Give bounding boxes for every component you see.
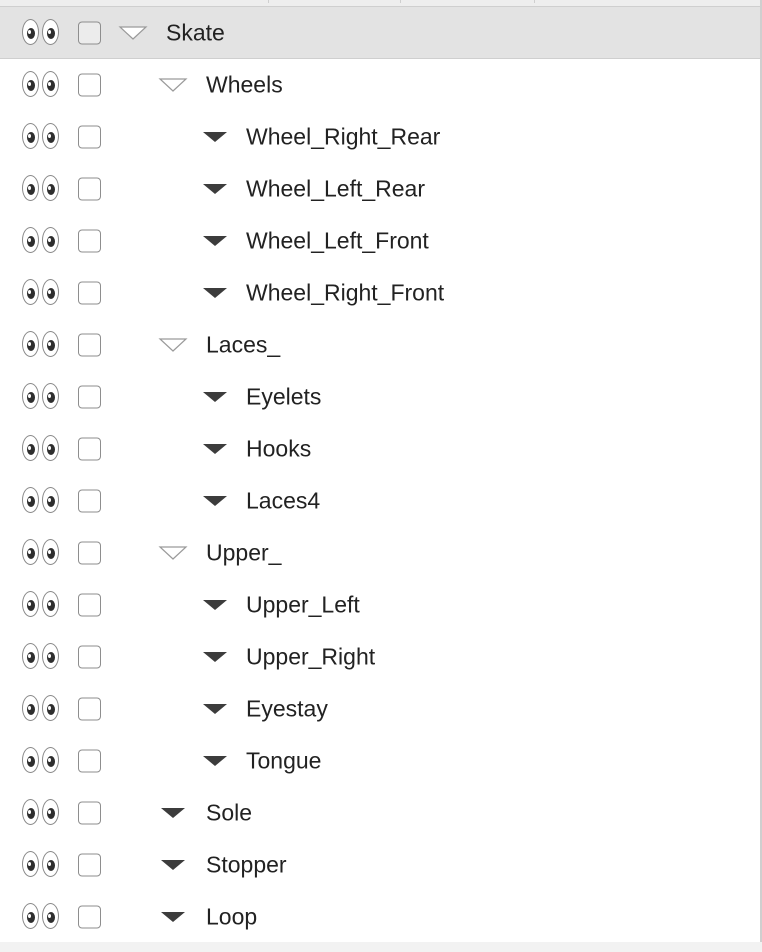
eyes-icon[interactable] — [22, 331, 62, 359]
eyes-icon[interactable] — [22, 383, 62, 411]
disclosure-collapsed-icon[interactable] — [200, 439, 230, 459]
tree-row-label: Hooks — [246, 435, 312, 462]
tree-row[interactable]: Wheels — [0, 59, 760, 111]
tree-row-label: Upper_Left — [246, 591, 360, 618]
tree-row-label: Wheels — [206, 71, 283, 98]
tree-row-label: Eyelets — [246, 383, 322, 410]
select-checkbox[interactable] — [78, 749, 101, 773]
select-checkbox[interactable] — [78, 853, 101, 877]
tree-row[interactable]: Laces4 — [0, 475, 760, 527]
disclosure-open-icon[interactable] — [158, 75, 188, 95]
tree-row[interactable]: Tongue — [0, 735, 760, 787]
eyes-icon[interactable] — [22, 227, 62, 255]
select-checkbox[interactable] — [78, 489, 101, 513]
select-checkbox[interactable] — [78, 229, 101, 253]
tree-row[interactable]: Wheel_Right_Rear — [0, 111, 760, 163]
select-checkbox[interactable] — [78, 697, 101, 721]
eyes-icon[interactable] — [22, 903, 62, 931]
disclosure-collapsed-icon[interactable] — [158, 803, 188, 823]
select-checkbox[interactable] — [78, 73, 101, 97]
disclosure-collapsed-icon[interactable] — [200, 595, 230, 615]
eyes-icon[interactable] — [22, 175, 62, 203]
select-checkbox[interactable] — [78, 177, 101, 201]
eyes-icon[interactable] — [22, 71, 62, 99]
disclosure-collapsed-icon[interactable] — [158, 907, 188, 927]
eyes-icon[interactable] — [22, 123, 62, 151]
outliner-tree: Skate Wheels Wheel_Right_Rear Wheel_Left_R… — [0, 6, 760, 943]
column-divider[interactable] — [0, 0, 269, 3]
select-checkbox[interactable] — [78, 437, 101, 461]
select-checkbox[interactable] — [78, 21, 101, 44]
disclosure-collapsed-icon[interactable] — [200, 699, 230, 719]
tree-row-root[interactable]: Skate — [0, 6, 760, 59]
tree-row-label: Wheel_Left_Front — [246, 227, 429, 254]
tree-row[interactable]: Upper_Left — [0, 579, 760, 631]
select-checkbox[interactable] — [78, 593, 101, 617]
tree-row[interactable]: Wheel_Left_Rear — [0, 163, 760, 215]
eyes-icon[interactable] — [22, 591, 62, 619]
tree-row-label: Upper_Right — [246, 643, 376, 670]
select-checkbox[interactable] — [78, 801, 101, 825]
tree-row-label: Wheel_Right_Front — [246, 279, 445, 306]
disclosure-open-icon[interactable] — [118, 23, 148, 43]
tree-row[interactable]: Hooks — [0, 423, 760, 475]
disclosure-collapsed-icon[interactable] — [158, 855, 188, 875]
disclosure-collapsed-icon[interactable] — [200, 127, 230, 147]
eyes-icon[interactable] — [22, 18, 62, 47]
tree-row[interactable]: Loop — [0, 891, 760, 943]
tree-row[interactable]: Laces_ — [0, 319, 760, 371]
tree-row-label: Upper_ — [206, 539, 282, 566]
tree-row[interactable]: Wheel_Right_Front — [0, 267, 760, 319]
disclosure-collapsed-icon[interactable] — [200, 491, 230, 511]
column-divider[interactable] — [400, 0, 535, 3]
disclosure-collapsed-icon[interactable] — [200, 179, 230, 199]
tree-row[interactable]: Upper_Right — [0, 631, 760, 683]
tree-row[interactable]: Eyestay — [0, 683, 760, 735]
tree-row[interactable]: Stopper — [0, 839, 760, 891]
disclosure-collapsed-icon[interactable] — [200, 387, 230, 407]
select-checkbox[interactable] — [78, 333, 101, 357]
eyes-icon[interactable] — [22, 851, 62, 879]
tree-row-label: Wheel_Left_Rear — [246, 175, 425, 202]
eyes-icon[interactable] — [22, 747, 62, 775]
tree-row[interactable]: Eyelets — [0, 371, 760, 423]
disclosure-collapsed-icon[interactable] — [200, 647, 230, 667]
tree-row[interactable]: Upper_ — [0, 527, 760, 579]
select-checkbox[interactable] — [78, 125, 101, 149]
eyes-icon[interactable] — [22, 487, 62, 515]
panel-footer — [0, 942, 762, 952]
tree-row-label: Laces_ — [206, 331, 281, 358]
tree-row-label: Laces4 — [246, 487, 321, 514]
tree-row[interactable]: Wheel_Left_Front — [0, 215, 760, 267]
disclosure-open-icon[interactable] — [158, 335, 188, 355]
eyes-icon[interactable] — [22, 643, 62, 671]
eyes-icon[interactable] — [22, 435, 62, 463]
select-checkbox[interactable] — [78, 905, 101, 929]
disclosure-collapsed-icon[interactable] — [200, 283, 230, 303]
eyes-icon[interactable] — [22, 279, 62, 307]
tree-row-label: Eyestay — [246, 695, 328, 722]
tree-row-label: Tongue — [246, 747, 322, 774]
select-checkbox[interactable] — [78, 541, 101, 565]
tree-row[interactable]: Sole — [0, 787, 760, 839]
tree-row-label: Skate — [166, 19, 225, 45]
disclosure-collapsed-icon[interactable] — [200, 751, 230, 771]
select-checkbox[interactable] — [78, 385, 101, 409]
eyes-icon[interactable] — [22, 695, 62, 723]
tree-row-label: Sole — [206, 799, 253, 826]
disclosure-collapsed-icon[interactable] — [200, 231, 230, 251]
eyes-icon[interactable] — [22, 799, 62, 827]
tree-row-label: Loop — [206, 903, 258, 930]
column-divider[interactable] — [268, 0, 401, 3]
tree-row-label: Wheel_Right_Rear — [246, 123, 441, 150]
eyes-icon[interactable] — [22, 539, 62, 567]
select-checkbox[interactable] — [78, 645, 101, 669]
tree-row-label: Stopper — [206, 851, 287, 878]
select-checkbox[interactable] — [78, 281, 101, 305]
disclosure-open-icon[interactable] — [158, 543, 188, 563]
